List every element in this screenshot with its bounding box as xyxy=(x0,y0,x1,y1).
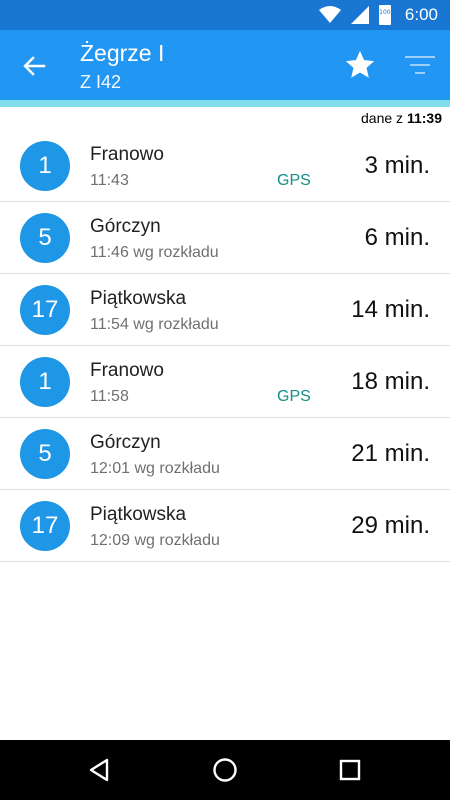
filter-button[interactable] xyxy=(403,52,437,80)
eta: 29 min. xyxy=(351,512,430,539)
line-badge: 17 xyxy=(20,285,70,335)
app-bar: Żegrze I Z I42 xyxy=(0,30,450,100)
line-badge: 17 xyxy=(20,501,70,551)
page-subtitle: Z I42 xyxy=(80,72,122,92)
data-timestamp: dane z 11:39 xyxy=(361,110,442,126)
line-badge: 5 xyxy=(20,429,70,479)
nav-home-icon xyxy=(213,758,237,782)
eta: 14 min. xyxy=(351,296,430,323)
status-icons: 100 6:00 xyxy=(318,4,438,26)
destination: Piątkowska xyxy=(90,288,187,309)
nav-recents-icon xyxy=(339,759,361,781)
departure-time: 11:58 xyxy=(90,388,129,405)
departure-row[interactable]: 1 Franowo 11:58 GPS 18 min. xyxy=(0,346,450,418)
departure-row[interactable]: 5 Górczyn 12:01 wg rozkładu 21 min. xyxy=(0,418,450,490)
gps-label: GPS xyxy=(277,172,311,189)
eta: 6 min. xyxy=(364,224,430,251)
destination: Górczyn xyxy=(90,432,161,453)
eta: 3 min. xyxy=(364,152,430,179)
gps-label: GPS xyxy=(277,388,311,405)
departure-time: 12:09 wg rozkładu xyxy=(90,532,220,549)
departures-list: 1 Franowo 11:43 GPS 3 min. 5 Górczyn 11:… xyxy=(0,130,450,562)
battery-icon: 100 xyxy=(378,5,391,25)
nav-back-icon xyxy=(89,758,109,782)
destination: Franowo xyxy=(90,360,164,381)
destination: Górczyn xyxy=(90,216,161,237)
line-badge: 1 xyxy=(20,141,70,191)
arrow-back-icon xyxy=(23,56,46,76)
filter-icon xyxy=(405,56,435,74)
battery-level: 100 xyxy=(379,9,391,16)
departure-time: 11:43 xyxy=(90,172,129,189)
signal-icon xyxy=(350,6,369,24)
departure-row[interactable]: 17 Piątkowska 11:54 wg rozkładu 14 min. xyxy=(0,274,450,346)
page-title: Żegrze I xyxy=(80,40,165,66)
departure-time: 11:46 wg rozkładu xyxy=(90,244,219,261)
departure-time: 11:54 wg rozkładu xyxy=(90,316,219,333)
line-badge: 1 xyxy=(20,357,70,407)
destination: Piątkowska xyxy=(90,504,187,525)
departure-row[interactable]: 5 Górczyn 11:46 wg rozkładu 6 min. xyxy=(0,202,450,274)
departure-time: 12:01 wg rozkładu xyxy=(90,460,220,477)
destination: Franowo xyxy=(90,144,164,165)
departure-row[interactable]: 17 Piątkowska 12:09 wg rozkładu 29 min. xyxy=(0,490,450,562)
eta: 18 min. xyxy=(351,368,430,395)
data-timestamp-prefix: dane z xyxy=(361,110,404,126)
nav-back-button[interactable] xyxy=(85,755,115,785)
nav-home-button[interactable] xyxy=(210,755,240,785)
eta: 21 min. xyxy=(351,440,430,467)
status-bar: 100 6:00 xyxy=(0,0,450,30)
star-icon xyxy=(345,50,375,78)
nav-recents-button[interactable] xyxy=(335,755,365,785)
line-badge: 5 xyxy=(20,213,70,263)
favorite-button[interactable] xyxy=(343,48,377,82)
departure-row[interactable]: 1 Franowo 11:43 GPS 3 min. xyxy=(0,130,450,202)
back-button[interactable] xyxy=(18,50,50,82)
wifi-icon xyxy=(318,6,341,23)
data-timestamp-time: 11:39 xyxy=(406,110,442,126)
system-nav-bar xyxy=(0,740,450,800)
status-time: 6:00 xyxy=(404,5,438,24)
app-bar-accent-strip xyxy=(0,100,450,107)
